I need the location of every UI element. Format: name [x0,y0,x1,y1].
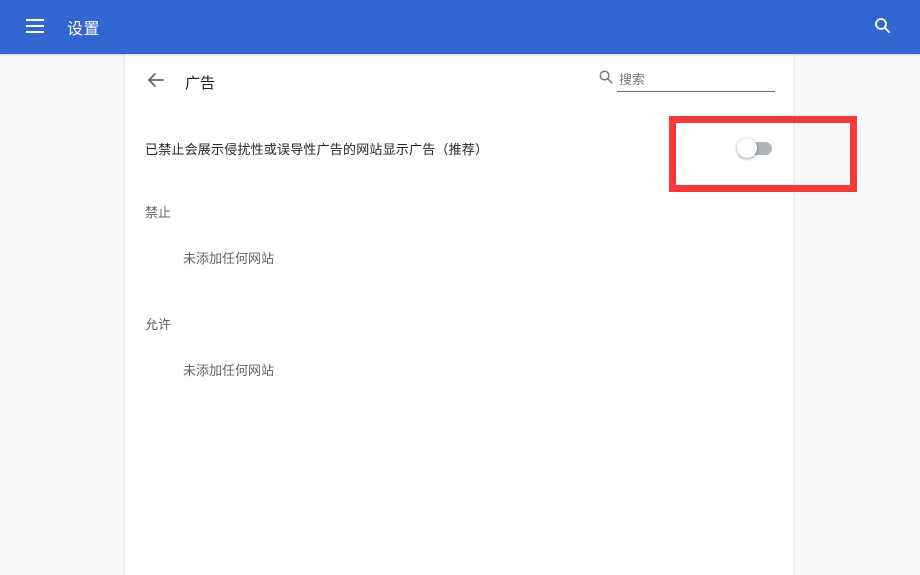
toggle-knob [737,138,757,158]
back-button[interactable] [139,66,171,98]
settings-card: 广告 已禁止会展示侵扰性或误导性广告的网站显示广告（推荐） 禁止 未添加任何网站… [125,54,793,575]
page-title: 广告 [185,74,216,92]
subpage-header: 广告 [125,54,793,110]
toolbar-search-button[interactable] [864,9,900,45]
ads-toggle-label: 已禁止会展示侵扰性或误导性广告的网站显示广告（推荐） [145,141,489,157]
arrow-back-icon [147,72,164,92]
allow-section: 允许 未添加任何网站 [125,318,793,378]
hamburger-icon [26,18,44,36]
ads-toggle-row: 已禁止会展示侵扰性或误导性广告的网站显示广告（推荐） [125,110,793,186]
ads-toggle[interactable] [737,138,772,158]
search-icon [599,70,613,89]
search-input[interactable] [617,70,775,92]
settings-search-box [599,70,775,94]
section-title-allow: 允许 [145,317,172,332]
empty-list-item: 未添加任何网站 [183,251,275,266]
block-section: 禁止 未添加任何网站 [125,206,793,266]
app-title: 设置 [67,21,101,38]
section-title-block: 禁止 [145,205,172,220]
empty-list-item: 未添加任何网站 [183,363,275,378]
menu-button[interactable] [17,9,53,45]
search-icon [874,17,891,37]
app-toolbar: 设置 [0,0,920,54]
